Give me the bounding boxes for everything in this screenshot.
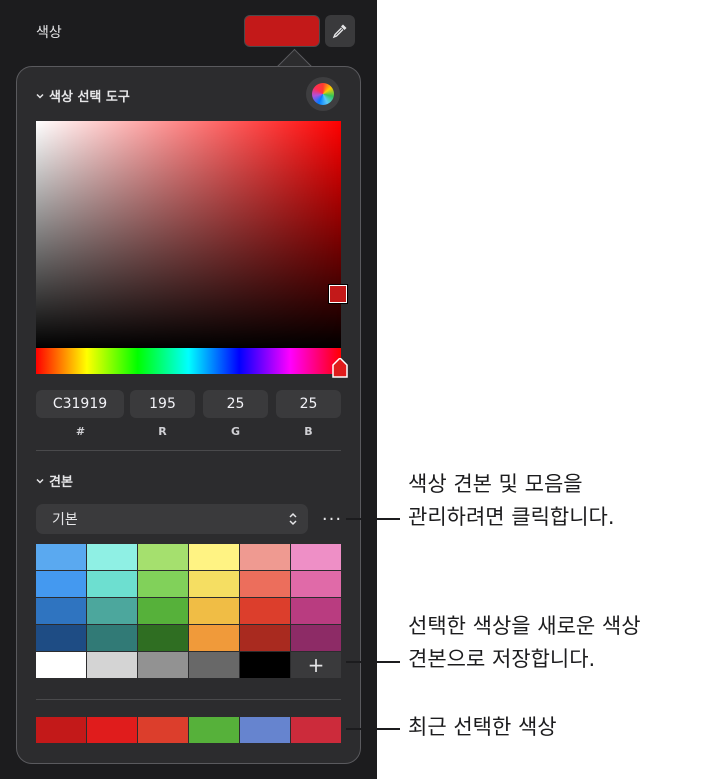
color-row-label: 색상 — [36, 25, 62, 41]
green-label: G — [230, 425, 241, 438]
hue-slider[interactable] — [36, 348, 341, 374]
color-swatch[interactable] — [240, 652, 290, 678]
callout-leader — [346, 728, 400, 730]
callout-manage: 색상 견본 및 모음을 관리하려면 클릭합니다. — [408, 472, 615, 529]
hex-field[interactable]: C31919 — [36, 390, 124, 418]
sidebar-panel: 색상 색상 선택 도구 C31919 195 25 25 # R G B 견본 … — [0, 0, 377, 779]
color-swatch[interactable] — [87, 625, 137, 651]
color-swatch[interactable] — [36, 625, 86, 651]
recent-colors — [36, 717, 341, 743]
color-swatch[interactable] — [189, 625, 239, 651]
section-divider — [36, 699, 341, 700]
color-swatch[interactable] — [240, 571, 290, 597]
color-swatch[interactable] — [138, 544, 188, 570]
color-swatch[interactable] — [189, 544, 239, 570]
picker-section-header[interactable]: 색상 선택 도구 — [36, 86, 130, 105]
swatches-section-header[interactable]: 견본 — [36, 471, 73, 490]
hex-label: # — [75, 425, 86, 438]
blue-label: B — [304, 425, 313, 438]
callout-recent: 최근 선택한 색상 — [408, 715, 557, 739]
color-wheel-icon — [312, 83, 334, 105]
green-field[interactable]: 25 — [203, 390, 268, 418]
add-swatch-button[interactable]: + — [291, 652, 341, 678]
color-swatch[interactable] — [36, 598, 86, 624]
color-swatch[interactable] — [189, 652, 239, 678]
recent-color-swatch[interactable] — [291, 717, 341, 743]
saturation-brightness-field[interactable] — [36, 121, 348, 348]
recent-color-swatch[interactable] — [138, 717, 188, 743]
chevron-down-icon — [36, 93, 44, 99]
recent-color-swatch[interactable] — [240, 717, 290, 743]
color-swatch[interactable] — [87, 544, 137, 570]
swatch-grid: + — [36, 544, 341, 678]
color-swatch[interactable] — [138, 625, 188, 651]
color-swatch[interactable] — [189, 571, 239, 597]
current-color-well[interactable] — [244, 15, 320, 47]
color-swatch[interactable] — [189, 598, 239, 624]
eyedropper-button[interactable] — [325, 15, 355, 47]
color-wheel-button[interactable] — [306, 77, 340, 111]
blue-field[interactable]: 25 — [276, 390, 341, 418]
color-swatch[interactable] — [87, 652, 137, 678]
red-field[interactable]: 195 — [130, 390, 195, 418]
callout-leader — [346, 518, 400, 520]
color-swatch[interactable] — [138, 652, 188, 678]
color-swatch[interactable] — [138, 571, 188, 597]
up-down-chevron-icon — [289, 512, 297, 526]
eyedropper-icon — [332, 24, 347, 39]
color-swatch[interactable] — [291, 598, 341, 624]
color-swatch[interactable] — [291, 544, 341, 570]
callout-save: 선택한 색상을 새로운 색상 견본으로 저장합니다. — [408, 614, 641, 671]
color-swatch[interactable] — [36, 652, 86, 678]
color-swatch[interactable] — [291, 625, 341, 651]
color-swatch[interactable] — [138, 598, 188, 624]
color-swatch[interactable] — [87, 598, 137, 624]
picker-section-title: 색상 선택 도구 — [49, 90, 130, 105]
section-divider — [36, 450, 341, 451]
hue-slider-handle[interactable] — [332, 358, 348, 378]
swatch-collection-select[interactable]: 기본 — [36, 504, 308, 534]
more-options-button[interactable]: ··· — [318, 508, 346, 530]
recent-color-swatch[interactable] — [189, 717, 239, 743]
chevron-down-icon — [36, 478, 44, 484]
swatches-section-title: 견본 — [49, 475, 73, 490]
saturation-handle[interactable] — [328, 284, 348, 304]
color-swatch[interactable] — [36, 544, 86, 570]
color-swatch[interactable] — [36, 571, 86, 597]
color-swatch[interactable] — [291, 571, 341, 597]
recent-color-swatch[interactable] — [87, 717, 137, 743]
color-swatch[interactable] — [240, 544, 290, 570]
swatch-collection-value: 기본 — [52, 512, 78, 528]
color-swatch[interactable] — [87, 571, 137, 597]
color-swatch[interactable] — [240, 625, 290, 651]
recent-color-swatch[interactable] — [36, 717, 86, 743]
color-swatch[interactable] — [240, 598, 290, 624]
red-label: R — [158, 425, 167, 438]
callout-leader — [346, 661, 400, 663]
